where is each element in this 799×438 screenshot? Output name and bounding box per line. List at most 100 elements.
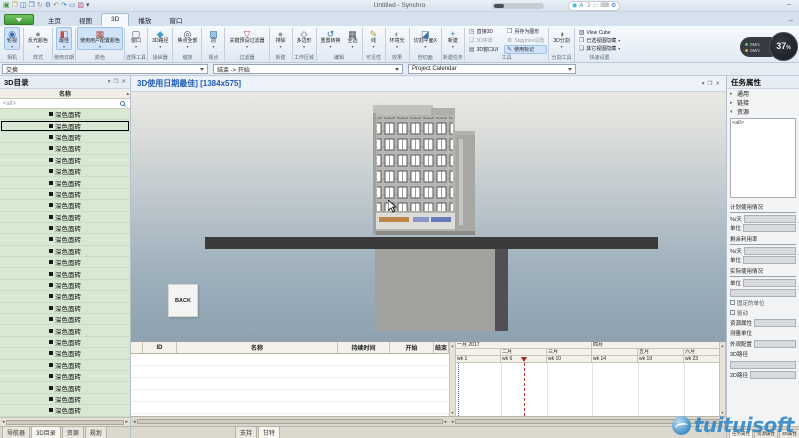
field-input[interactable] <box>743 256 796 264</box>
scroll-up-icon[interactable]: ▴ <box>126 91 129 97</box>
list-item[interactable]: 深色面砖 <box>0 394 130 405</box>
gantt-timeline[interactable]: 一月 2017四月二月三月五月六月wk 1wk 6wk 10wk 14wk 19… <box>456 342 719 416</box>
ribbon-button[interactable]: ◉轮视▾ <box>4 27 20 50</box>
app-menu-button[interactable] <box>4 14 34 25</box>
ribbon-button[interactable]: ▽关键预设过滤器▾ <box>226 27 267 50</box>
gantt-column-header[interactable]: 名称 <box>177 342 338 353</box>
list-item[interactable]: 深色面砖 <box>0 177 130 188</box>
checkbox-icon[interactable] <box>730 300 735 305</box>
section-链接[interactable]: ▸链接 <box>727 98 799 107</box>
list-item[interactable]: 深色面砖 <box>0 132 130 143</box>
section-通用[interactable]: ▸通用 <box>727 89 799 98</box>
ribbon-button[interactable]: ▧前▾ <box>206 27 221 50</box>
ribbon-button[interactable]: ◪切割平面X▾ <box>411 27 440 50</box>
ribbon-button[interactable]: ✎线▾ <box>367 27 381 50</box>
gantt-column-header[interactable] <box>131 342 143 353</box>
recorder-slider[interactable] <box>492 3 544 9</box>
checkbox-field[interactable]: 驱动 <box>730 309 796 317</box>
list-item[interactable]: 深色面砖 <box>0 280 130 291</box>
ribbon-button[interactable]: ▦使用用户配置颜色▾ <box>77 27 123 50</box>
tab-窗口[interactable]: 窗口 <box>160 13 191 26</box>
ribbon-tool[interactable]: ▤3D窗口UI <box>466 45 501 54</box>
task-table-body[interactable] <box>131 354 449 416</box>
tab-甘特[interactable]: 甘特 <box>258 426 280 438</box>
field-input[interactable] <box>750 371 796 379</box>
gantt-empty-row[interactable] <box>131 354 449 366</box>
recorder-overlay[interactable]: 0M/s0M/s 37% <box>740 32 798 62</box>
field-input[interactable] <box>743 279 796 287</box>
minimize-button[interactable]: – <box>787 1 791 8</box>
tab-支持[interactable]: 支持 <box>235 426 257 438</box>
list-item[interactable]: 深色面砖 <box>0 348 130 359</box>
list-item[interactable]: 深色面砖 <box>0 189 130 200</box>
column-header-name[interactable]: 名称 ▴ <box>0 89 130 99</box>
float-window-icon[interactable]: ❐ <box>707 81 712 87</box>
percent-badge[interactable]: 37% <box>769 32 798 61</box>
scroll-down-icon[interactable]: ▾ <box>451 410 453 415</box>
list-item[interactable]: 深色面砖 <box>0 325 130 336</box>
list-item[interactable]: 深色面砖 <box>0 337 130 348</box>
ribbon-tool[interactable]: ◳直接3D <box>466 28 501 37</box>
ribbon-tool[interactable]: ❏其它视图隐藏▾ <box>576 45 623 53</box>
list-item[interactable]: 深色面砖 <box>0 314 130 325</box>
list-item[interactable]: 深色面砖 <box>0 291 130 302</box>
scroll-right-icon[interactable]: ▸ <box>444 419 447 425</box>
list-item[interactable]: 深色面砖 <box>0 109 130 120</box>
scroll-up-icon[interactable]: ▴ <box>721 343 723 348</box>
tab-3D[interactable]: 3D <box>101 13 129 26</box>
timeline-scrollbar[interactable]: ▴▾ <box>719 342 726 416</box>
field-input[interactable] <box>754 319 796 327</box>
list-item[interactable]: 深色面砖 <box>0 166 130 177</box>
gantt-column-header[interactable]: 持续时间 <box>338 342 390 353</box>
list-item[interactable]: 深色面砖 <box>0 200 130 211</box>
gantt-empty-row[interactable] <box>131 390 449 402</box>
scroll-left-icon[interactable]: ◂ <box>451 419 454 425</box>
scroll-thumb[interactable] <box>137 419 444 424</box>
ime-settings-icon[interactable]: ⚙ <box>611 3 616 9</box>
ribbon-button[interactable]: ◧最佳▾ <box>56 27 72 50</box>
ribbon-button[interactable]: ◎焦点全部▾ <box>174 27 200 50</box>
ribbon-button[interactable]: ●反光颜色▾ <box>25 27 51 50</box>
3d-viewport[interactable]: BACK <box>131 92 726 341</box>
list-item[interactable]: 深色面砖 <box>0 155 130 166</box>
field-input[interactable] <box>754 340 796 348</box>
list-item[interactable]: 深色面砖 <box>0 246 130 257</box>
tab-导航器[interactable]: 导航器 <box>2 426 30 438</box>
ime-keyboard-icon[interactable]: ⌨ <box>600 3 609 9</box>
checkbox-field[interactable]: 固定的单位 <box>730 299 796 307</box>
scroll-thumb[interactable] <box>6 420 125 425</box>
ime-moon-icon[interactable]: ☽ <box>585 3 590 9</box>
tab-播放[interactable]: 播放 <box>129 13 160 26</box>
table-hscrollbar[interactable]: ◂▸ <box>131 419 449 425</box>
ribbon-button[interactable]: ↺重置转换▾ <box>318 27 344 50</box>
left-horizontal-scrollbar[interactable]: ◂▸ <box>0 417 130 426</box>
ime-toolbar[interactable]: ◉A☽▭⌨⚙ <box>568 1 620 11</box>
float-window-icon[interactable]: ❐ <box>113 79 118 85</box>
section-资源[interactable]: ▾资源 <box>727 107 799 116</box>
ribbon-button[interactable]: ●排除▾ <box>272 27 288 50</box>
menu-down-icon[interactable]: ▾ <box>108 79 111 85</box>
list-item[interactable]: 深色面砖 <box>0 212 130 223</box>
task-table-scrollbar[interactable]: ▴▾ <box>449 342 456 416</box>
ribbon-tool[interactable]: ❐另存为图形 <box>504 28 547 37</box>
tab-3D目录[interactable]: 3D目录 <box>31 426 61 438</box>
close-icon[interactable]: ✕ <box>715 81 720 87</box>
ribbon-tool[interactable]: ❐已选视图隐藏▾ <box>576 37 623 45</box>
list-item[interactable]: 深色面砖 <box>0 360 130 371</box>
list-item[interactable]: 深色面砖 <box>0 303 130 314</box>
list-item[interactable]: 深色面砖 <box>0 371 130 382</box>
ribbon-tool[interactable]: ✎使用标记 <box>504 45 547 54</box>
list-item[interactable]: 深色面砖 <box>0 143 130 154</box>
dropdown-结束 -> 开始[interactable]: 结束 -> 开始 <box>213 64 403 74</box>
gantt-empty-row[interactable] <box>131 402 449 414</box>
scroll-right-icon[interactable]: ▸ <box>125 419 128 425</box>
scroll-left-icon[interactable]: ◂ <box>2 419 5 425</box>
close-icon[interactable]: ✕ <box>121 79 126 85</box>
ribbon-button[interactable]: ▦全选▾ <box>345 27 361 50</box>
checkbox-icon[interactable] <box>730 310 735 315</box>
dropdown-交换[interactable]: 交换 <box>2 64 208 74</box>
list-item[interactable]: 深色面砖 <box>0 382 130 393</box>
ribbon-button[interactable]: +新建▾ <box>445 27 461 50</box>
dropdown-Project Calendar[interactable]: Project Calendar <box>408 64 576 74</box>
tab-主页[interactable]: 主页 <box>39 13 70 26</box>
